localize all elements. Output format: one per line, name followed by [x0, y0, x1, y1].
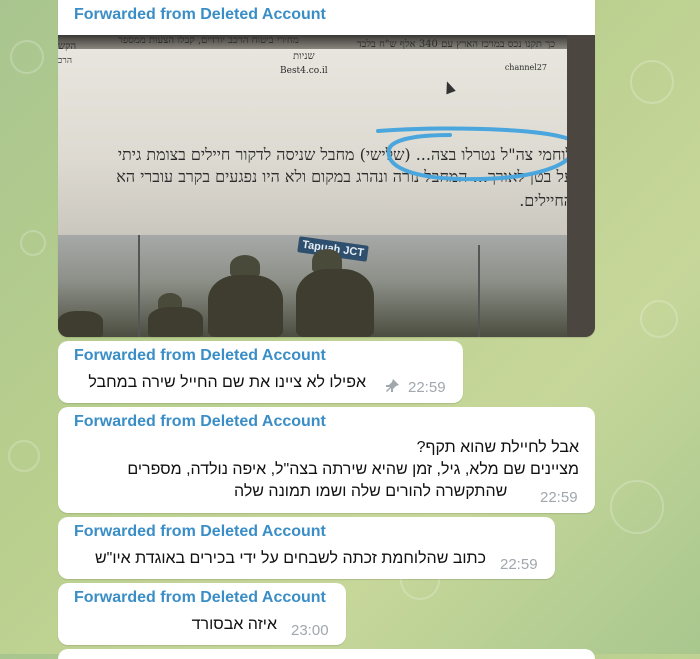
wallpaper-doodle — [640, 300, 678, 338]
message-text-line-1: אבל לחיילת שהוא תקף? — [416, 439, 579, 456]
forwarded-header[interactable]: Forwarded from Deleted Account — [74, 589, 326, 607]
message-photo-bubble[interactable]: Forwarded from Deleted Account כך תקנו נ… — [58, 0, 595, 337]
soldier — [58, 311, 103, 337]
wallpaper-doodle — [630, 60, 674, 104]
wallpaper-doodle — [10, 40, 44, 74]
message-bubble[interactable]: Forwarded from Deleted Account אפילו לא … — [58, 341, 463, 403]
forwarded-header[interactable]: Forwarded from Deleted Account — [74, 347, 326, 365]
pin-icon — [386, 379, 399, 392]
message-bubble-partial[interactable] — [58, 649, 595, 659]
soldier-helmet — [230, 255, 260, 277]
wallpaper-doodle — [610, 480, 664, 534]
annotation-circle-icon — [376, 126, 577, 182]
forwarded-header[interactable]: Forwarded from Deleted Account — [74, 523, 326, 541]
message-text: איזה אבסורד — [191, 616, 277, 633]
message-time: 22:59 — [408, 379, 446, 396]
message-bubble[interactable]: Forwarded from Deleted Account אבל לחייל… — [58, 407, 595, 513]
soldier — [208, 275, 283, 337]
soldier — [148, 307, 203, 337]
electric-pole — [478, 245, 480, 337]
message-text-line-3: שהתקשרה להורים שלה ושמו תמונה שלה — [234, 483, 508, 500]
message-photo[interactable]: כך תקנו נכס במרכז הארץ עם 340 אלף ש"ח בל… — [58, 35, 595, 337]
message-time: 22:59 — [540, 489, 578, 506]
electric-pole — [138, 235, 140, 337]
message-bubble[interactable]: Forwarded from Deleted Account כתוב שהלו… — [58, 517, 555, 579]
photo-scene: Tapuah JCT — [58, 235, 568, 337]
message-time: 22:59 — [500, 556, 538, 573]
message-time: 23:00 — [291, 622, 329, 639]
message-text-line-2: מציינים שם מלא, גיל, זמן שהיא שירתה בצה"… — [127, 461, 579, 478]
photo-article: כך תקנו נכס במרכז הארץ עם 340 אלף ש"ח בל… — [58, 35, 595, 266]
forwarded-header[interactable]: Forwarded from Deleted Account — [74, 413, 326, 431]
wallpaper-doodle — [8, 440, 40, 472]
wallpaper-doodle — [20, 230, 46, 256]
message-text: אפילו לא ציינו את שם החייל שירה במחבל — [88, 374, 366, 391]
message-text: כתוב שהלוחמת זכתה לשבחים על ידי בכירים ב… — [94, 550, 486, 567]
photo-edge — [567, 35, 595, 337]
forwarded-header[interactable]: Forwarded from Deleted Account — [74, 6, 326, 24]
message-bubble[interactable]: Forwarded from Deleted Account איזה אבסו… — [58, 583, 346, 645]
soldier — [296, 269, 374, 337]
